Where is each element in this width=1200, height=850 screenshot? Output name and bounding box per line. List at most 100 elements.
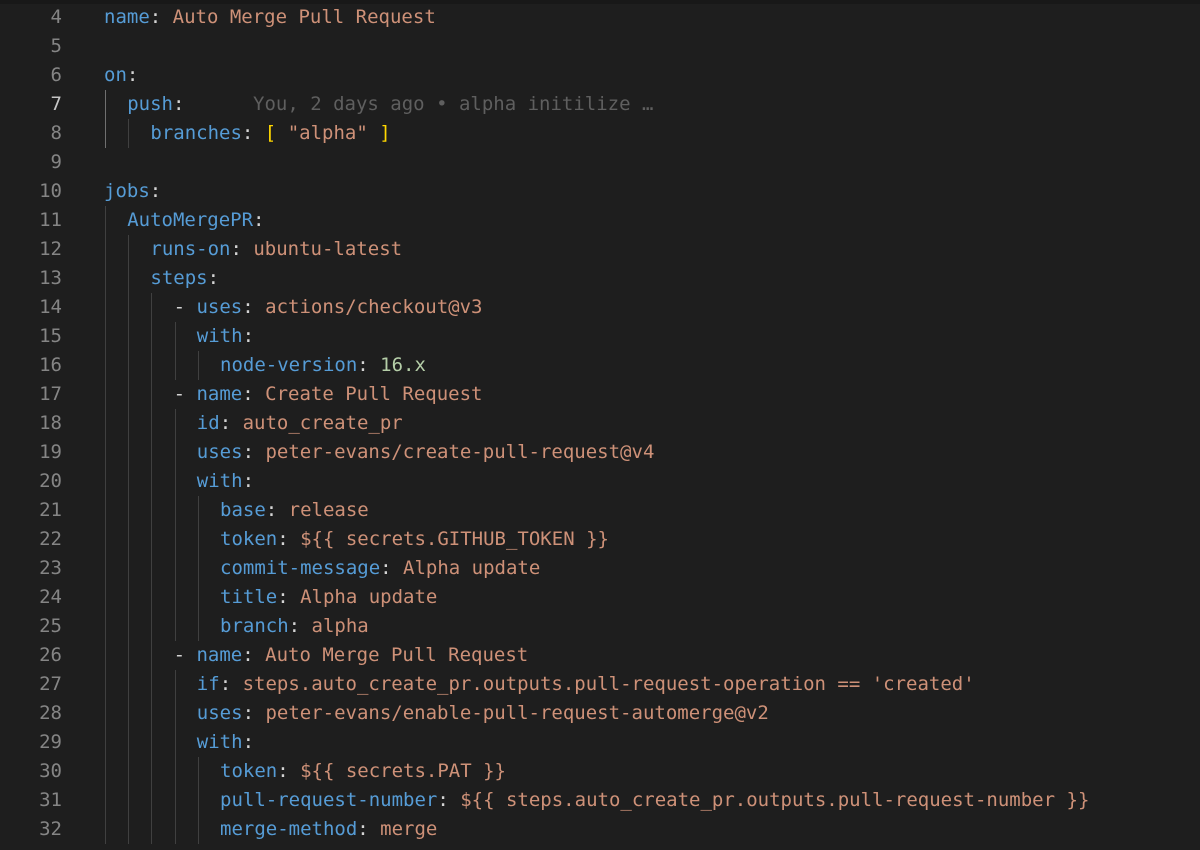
code-token: steps [150,267,208,289]
code-line[interactable]: 12 runs-on: ubuntu-latest [0,235,1200,264]
code-token: name [196,644,243,666]
line-number: 29 [39,731,62,753]
code-token: : [253,209,265,231]
code-token: AutoMergePR [127,209,254,231]
code-line[interactable]: 20 with: [0,467,1200,496]
code-token: Alpha update [403,557,541,579]
code-line[interactable]: 4 name: Auto Merge Pull Request [0,3,1200,32]
line-number: 25 [39,615,62,637]
code-token: : [357,354,381,376]
code-token: token [220,528,278,550]
code-line[interactable]: 30 token: ${{ secrets.PAT }} [0,757,1200,786]
code-line[interactable]: 7 push: You, 2 days ago • alpha initilize… [0,90,1200,119]
code-line[interactable]: 22 token: ${{ secrets.GITHUB_TOKEN }} [0,525,1200,554]
code-text: on: [104,61,138,90]
code-token: auto_create_pr [242,412,403,434]
line-number: 27 [39,673,62,695]
code-text: commit-message: Alpha update [220,554,540,583]
code-line[interactable]: 9 [0,148,1200,177]
code-line[interactable]: 10 jobs: [0,177,1200,206]
line-number: 32 [39,818,62,840]
code-token: branches [150,122,242,144]
code-text: push: You, 2 days ago • alpha initilize … [127,90,653,119]
code-line[interactable]: 25 branch: alpha [0,612,1200,641]
code-token: ${{ secrets.GITHUB_TOKEN }} [300,528,609,550]
line-number: 19 [39,441,62,463]
code-token: ] [379,122,391,144]
code-line[interactable]: 23 commit-message: Alpha update [0,554,1200,583]
line-number: 17 [39,383,62,405]
code-token: : [380,557,404,579]
code-line[interactable]: 11 AutoMergePR: [0,206,1200,235]
code-line[interactable]: 19 uses: peter-evans/create-pull-request@… [0,438,1200,467]
code-line[interactable]: 29 with: [0,728,1200,757]
line-number: 8 [50,122,62,144]
code-token: with [196,731,243,753]
code-text: branches: [ "alpha" ] [150,119,390,148]
code-line[interactable]: 6 on: [0,61,1200,90]
code-line[interactable]: 17 - name: Create Pull Request [0,380,1200,409]
code-line[interactable]: 13 steps: [0,264,1200,293]
code-token: - [173,644,197,666]
code-text: uses: peter-evans/enable-pull-request-au… [197,699,769,728]
code-text: token: ${{ secrets.GITHUB_TOKEN }} [220,525,609,554]
code-text: base: release [220,496,369,525]
code-token: base [220,499,266,521]
line-number: 23 [39,557,62,579]
code-line[interactable]: 26 - name: Auto Merge Pull Request [0,641,1200,670]
code-token: merge [380,818,438,840]
code-token: uses [196,441,243,463]
line-number: 30 [39,760,62,782]
code-token: : [241,122,265,144]
code-line[interactable]: 27 if: steps.auto_create_pr.outputs.pull-… [0,670,1200,699]
code-token: : [357,818,381,840]
code-token: with [196,470,243,492]
code-line[interactable]: 32 merge-method: merge [0,815,1200,844]
code-token: peter-evans/enable-pull-request-automerg… [265,702,769,724]
code-text: pull-request-number: ${{ steps.auto_crea… [220,786,1089,815]
code-line[interactable]: 18 id: auto_create_pr [0,409,1200,438]
code-text: - name: Auto Merge Pull Request [174,641,529,670]
code-token: : [242,296,266,318]
code-text: id: auto_create_pr [197,409,403,438]
code-editor[interactable]: 4 name: Auto Merge Pull Request 5 6 on: 7 push… [0,0,1200,850]
code-token: Alpha update [300,586,438,608]
line-number: 15 [39,325,62,347]
code-line[interactable]: 28 uses: peter-evans/enable-pull-request-… [0,699,1200,728]
code-text: node-version: 16.x [220,351,426,380]
line-number: 9 [50,151,62,173]
code-line[interactable]: 15 with: [0,322,1200,351]
code-token: pull-request-number [220,789,438,811]
code-text: name: Auto Merge Pull Request [104,3,436,32]
code-text: AutoMergePR: [127,206,264,235]
code-line[interactable]: 8 branches: [ "alpha" ] [0,119,1200,148]
code-line[interactable]: 21 base: release [0,496,1200,525]
code-line[interactable]: 16 node-version: 16.x [0,351,1200,380]
code-token: steps.auto_create_pr.outputs.pull-reques… [242,673,975,695]
code-token: - [173,383,197,405]
code-token: ${{ secrets.PAT }} [300,760,506,782]
code-token: if [196,673,220,695]
code-line[interactable]: 14 - uses: actions/checkout@v3 [0,293,1200,322]
line-number: 10 [39,180,62,202]
code-token: : [277,528,301,550]
code-line[interactable]: 31 pull-request-number: ${{ steps.auto_cr… [0,786,1200,815]
code-token: : [172,93,185,115]
code-token: actions/checkout@v3 [265,296,483,318]
code-token: : [277,760,301,782]
line-number: 28 [39,702,62,724]
code-token: : [437,789,461,811]
code-token: : [242,470,255,492]
code-text: token: ${{ secrets.PAT }} [220,757,506,786]
code-line[interactable]: 5 [0,32,1200,61]
code-text: jobs: [104,177,161,206]
code-token: jobs [104,180,150,202]
code-text: with: [197,728,254,757]
code-token: uses [196,296,243,318]
line-number: 5 [50,35,62,57]
code-token: : [242,644,266,666]
code-text: runs-on: ubuntu-latest [150,235,402,264]
code-token: name [104,6,150,28]
code-line[interactable]: 24 title: Alpha update [0,583,1200,612]
